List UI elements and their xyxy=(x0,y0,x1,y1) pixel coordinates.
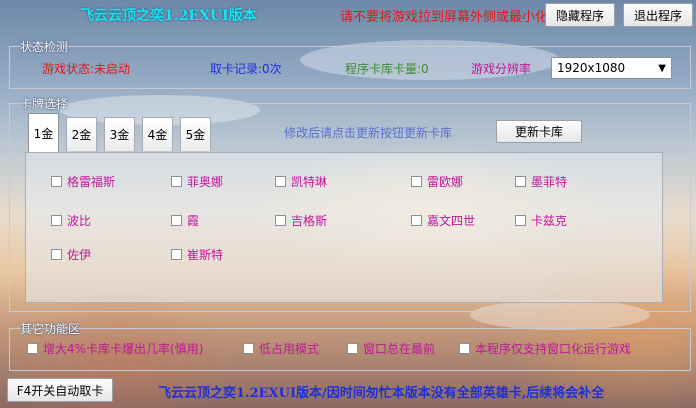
option-label: 增大4%卡库卡爆出几率(慎用) xyxy=(43,342,204,356)
card-name: 凯特琳 xyxy=(291,175,328,189)
option-label: 本程序仅支持窗口化运行游戏 xyxy=(475,342,632,356)
footer-notice-text: 飞云云顶之奕1.2EXUI版本/因时间匆忙本版本没有全部英雄卡,后续将会补全 xyxy=(158,386,605,401)
card-name: 霞 xyxy=(187,214,200,228)
checkbox-box[interactable] xyxy=(275,215,286,226)
card-checkbox[interactable]: 菲奥娜 xyxy=(171,173,223,190)
library-count-text: 程序卡库卡量:0 xyxy=(345,62,429,76)
checkbox-box[interactable] xyxy=(411,215,422,226)
card-checkbox[interactable]: 吉格斯 xyxy=(275,212,327,229)
boost-rate-checkbox[interactable]: 增大4%卡库卡爆出几率(慎用) xyxy=(27,340,203,357)
tab-3-gold[interactable]: 3金 xyxy=(104,117,135,151)
checkbox-box[interactable] xyxy=(515,215,526,226)
resolution-select-value: 1920x1080 xyxy=(557,61,626,75)
status-group-label: 状态检测 xyxy=(20,40,69,54)
checkbox-box[interactable] xyxy=(411,176,422,187)
card-checkbox[interactable]: 墨菲特 xyxy=(515,173,567,190)
hide-program-button[interactable]: 隐藏程序 xyxy=(545,3,615,27)
game-status-text: 游戏状态:未启动 xyxy=(42,62,131,76)
card-checkbox[interactable]: 霞 xyxy=(171,212,199,229)
update-hint-text: 修改后请点击更新按钮更新卡库 xyxy=(284,126,453,140)
resolution-label: 游戏分辨率 xyxy=(471,62,532,76)
checkbox-box[interactable] xyxy=(51,249,62,260)
card-checkbox[interactable]: 嘉文四世 xyxy=(411,212,475,229)
update-library-button[interactable]: 更新卡库 xyxy=(496,120,582,143)
card-name: 吉格斯 xyxy=(291,214,328,228)
card-name: 格雷福斯 xyxy=(67,175,116,189)
chevron-down-icon: ▼ xyxy=(658,62,666,74)
card-checkbox[interactable]: 卡兹克 xyxy=(515,212,567,229)
checkbox-box[interactable] xyxy=(27,343,38,354)
exit-program-button[interactable]: 退出程序 xyxy=(623,3,693,27)
checkbox-box[interactable] xyxy=(171,215,182,226)
other-group-label: 其它功能区 xyxy=(20,322,81,336)
checkbox-box[interactable] xyxy=(515,176,526,187)
tab-2-gold[interactable]: 2金 xyxy=(66,117,97,151)
card-record-text: 取卡记录:0次 xyxy=(210,62,282,76)
card-checkbox[interactable]: 格雷福斯 xyxy=(51,173,115,190)
card-name: 雷欧娜 xyxy=(427,175,464,189)
card-name: 墨菲特 xyxy=(531,175,568,189)
card-name: 卡兹克 xyxy=(531,214,568,228)
always-on-top-checkbox[interactable]: 窗口总在最前 xyxy=(347,340,435,357)
tab-1-gold[interactable]: 1金 xyxy=(28,113,59,153)
option-label: 低占用模式 xyxy=(259,342,320,356)
card-name: 菲奥娜 xyxy=(187,175,224,189)
card-name: 波比 xyxy=(67,214,92,228)
card-group-label: 卡牌选择 xyxy=(20,97,69,111)
card-checkbox[interactable]: 崔斯特 xyxy=(171,246,223,263)
resolution-select[interactable]: 1920x1080 ▼ xyxy=(551,57,672,79)
checkbox-box[interactable] xyxy=(243,343,254,354)
card-list-panel xyxy=(25,152,663,303)
low-usage-checkbox[interactable]: 低占用模式 xyxy=(243,340,319,357)
card-checkbox[interactable]: 波比 xyxy=(51,212,91,229)
auto-draw-toggle-button[interactable]: F4开关自动取卡 xyxy=(7,378,113,402)
checkbox-box[interactable] xyxy=(51,215,62,226)
checkbox-box[interactable] xyxy=(347,343,358,354)
windowed-only-checkbox[interactable]: 本程序仅支持窗口化运行游戏 xyxy=(459,340,631,357)
checkbox-box[interactable] xyxy=(459,343,470,354)
checkbox-box[interactable] xyxy=(171,249,182,260)
tab-4-gold[interactable]: 4金 xyxy=(142,117,173,151)
checkbox-box[interactable] xyxy=(275,176,286,187)
app-title: 飞云云顶之奕1.2EXUI版本 xyxy=(80,8,257,24)
card-checkbox[interactable]: 凯特琳 xyxy=(275,173,327,190)
warning-text: 请不要将游戏拉到屏幕外侧或最小化 xyxy=(340,10,549,25)
card-checkbox[interactable]: 佐伊 xyxy=(51,246,91,263)
tab-5-gold[interactable]: 5金 xyxy=(180,117,211,151)
checkbox-box[interactable] xyxy=(171,176,182,187)
card-name: 嘉文四世 xyxy=(427,214,476,228)
card-name: 佐伊 xyxy=(67,248,92,262)
card-name: 崔斯特 xyxy=(187,248,224,262)
card-checkbox[interactable]: 雷欧娜 xyxy=(411,173,463,190)
option-label: 窗口总在最前 xyxy=(363,342,436,356)
checkbox-box[interactable] xyxy=(51,176,62,187)
